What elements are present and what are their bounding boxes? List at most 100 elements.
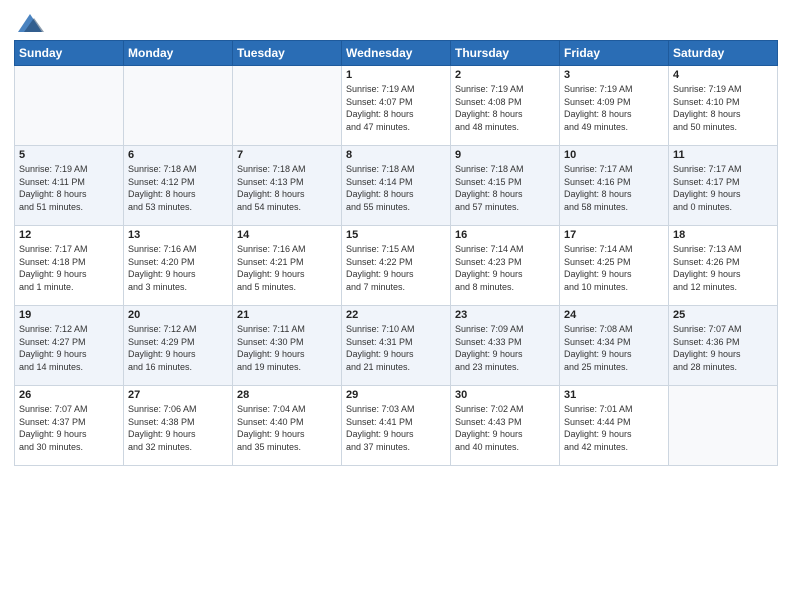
day-info: Sunrise: 7:12 AM Sunset: 4:29 PM Dayligh… xyxy=(128,323,228,373)
day-info: Sunrise: 7:04 AM Sunset: 4:40 PM Dayligh… xyxy=(237,403,337,453)
day-info: Sunrise: 7:14 AM Sunset: 4:23 PM Dayligh… xyxy=(455,243,555,293)
calendar-cell: 15Sunrise: 7:15 AM Sunset: 4:22 PM Dayli… xyxy=(342,226,451,306)
calendar-cell: 30Sunrise: 7:02 AM Sunset: 4:43 PM Dayli… xyxy=(451,386,560,466)
day-number: 20 xyxy=(128,309,228,321)
day-info: Sunrise: 7:19 AM Sunset: 4:10 PM Dayligh… xyxy=(673,83,773,133)
calendar-cell: 27 Sunrise: 7:06 AM Sunset: 4:38 PM Dayli… xyxy=(124,386,233,466)
day-number: 9 xyxy=(455,149,555,161)
day-info: Sunrise: 7:16 AM Sunset: 4:21 PM Dayligh… xyxy=(237,243,337,293)
day-number: 5 xyxy=(19,149,119,161)
day-number: 28 xyxy=(237,389,337,401)
day-info: Sunrise: 7:07 AM Sunset: 4:36 PM Dayligh… xyxy=(673,323,773,373)
calendar-cell: 17Sunrise: 7:14 AM Sunset: 4:25 PM Dayli… xyxy=(560,226,669,306)
header-friday: Friday xyxy=(560,41,669,66)
day-number: 24 xyxy=(564,309,664,321)
day-number: 27 xyxy=(128,389,228,401)
day-number: 21 xyxy=(237,309,337,321)
calendar-cell: 29 Sunrise: 7:03 AM Sunset: 4:41 PM Dayli… xyxy=(342,386,451,466)
calendar-cell: 1 Sunrise: 7:19 AM Sunset: 4:07 PM Daylig… xyxy=(342,66,451,146)
calendar-cell: 19Sunrise: 7:12 AM Sunset: 4:27 PM Dayli… xyxy=(15,306,124,386)
day-info: Sunrise: 7:03 AM Sunset: 4:41 PM Dayligh… xyxy=(346,403,446,453)
day-number: 10 xyxy=(564,149,664,161)
calendar-cell: 11 Sunrise: 7:17 AM Sunset: 4:17 PM Dayli… xyxy=(669,146,778,226)
day-number: 2 xyxy=(455,69,555,81)
header-sunday: Sunday xyxy=(15,41,124,66)
day-info: Sunrise: 7:17 AM Sunset: 4:18 PM Dayligh… xyxy=(19,243,119,293)
calendar-cell: 6 Sunrise: 7:18 AM Sunset: 4:12 PM Daylig… xyxy=(124,146,233,226)
calendar-header: SundayMondayTuesdayWednesdayThursdayFrid… xyxy=(15,41,778,66)
day-info: Sunrise: 7:19 AM Sunset: 4:07 PM Dayligh… xyxy=(346,83,446,133)
day-info: Sunrise: 7:02 AM Sunset: 4:43 PM Dayligh… xyxy=(455,403,555,453)
day-number: 17 xyxy=(564,229,664,241)
day-number: 6 xyxy=(128,149,228,161)
day-info: Sunrise: 7:18 AM Sunset: 4:12 PM Dayligh… xyxy=(128,163,228,213)
week-row-1: 5 Sunrise: 7:19 AM Sunset: 4:11 PM Daylig… xyxy=(15,146,778,226)
header-saturday: Saturday xyxy=(669,41,778,66)
day-info: Sunrise: 7:06 AM Sunset: 4:38 PM Dayligh… xyxy=(128,403,228,453)
calendar-cell: 7 Sunrise: 7:18 AM Sunset: 4:13 PM Daylig… xyxy=(233,146,342,226)
day-number: 3 xyxy=(564,69,664,81)
calendar-cell: 12 Sunrise: 7:17 AM Sunset: 4:18 PM Dayli… xyxy=(15,226,124,306)
header xyxy=(14,10,778,34)
calendar-cell xyxy=(233,66,342,146)
calendar-cell: 31 Sunrise: 7:01 AM Sunset: 4:44 PM Dayli… xyxy=(560,386,669,466)
day-info: Sunrise: 7:01 AM Sunset: 4:44 PM Dayligh… xyxy=(564,403,664,453)
day-info: Sunrise: 7:18 AM Sunset: 4:13 PM Dayligh… xyxy=(237,163,337,213)
calendar-cell: 21Sunrise: 7:11 AM Sunset: 4:30 PM Dayli… xyxy=(233,306,342,386)
day-info: Sunrise: 7:10 AM Sunset: 4:31 PM Dayligh… xyxy=(346,323,446,373)
calendar-cell: 4 Sunrise: 7:19 AM Sunset: 4:10 PM Daylig… xyxy=(669,66,778,146)
day-number: 13 xyxy=(128,229,228,241)
calendar-cell: 8Sunrise: 7:18 AM Sunset: 4:14 PM Daylig… xyxy=(342,146,451,226)
day-info: Sunrise: 7:12 AM Sunset: 4:27 PM Dayligh… xyxy=(19,323,119,373)
calendar-cell: 25Sunrise: 7:07 AM Sunset: 4:36 PM Dayli… xyxy=(669,306,778,386)
day-number: 12 xyxy=(19,229,119,241)
header-row: SundayMondayTuesdayWednesdayThursdayFrid… xyxy=(15,41,778,66)
day-info: Sunrise: 7:18 AM Sunset: 4:15 PM Dayligh… xyxy=(455,163,555,213)
day-info: Sunrise: 7:09 AM Sunset: 4:33 PM Dayligh… xyxy=(455,323,555,373)
calendar-cell: 13 Sunrise: 7:16 AM Sunset: 4:20 PM Dayli… xyxy=(124,226,233,306)
day-number: 8 xyxy=(346,149,446,161)
day-info: Sunrise: 7:19 AM Sunset: 4:09 PM Dayligh… xyxy=(564,83,664,133)
day-info: Sunrise: 7:19 AM Sunset: 4:08 PM Dayligh… xyxy=(455,83,555,133)
day-info: Sunrise: 7:16 AM Sunset: 4:20 PM Dayligh… xyxy=(128,243,228,293)
calendar-cell: 28 Sunrise: 7:04 AM Sunset: 4:40 PM Dayli… xyxy=(233,386,342,466)
day-number: 29 xyxy=(346,389,446,401)
header-monday: Monday xyxy=(124,41,233,66)
page-container: SundayMondayTuesdayWednesdayThursdayFrid… xyxy=(0,0,792,472)
calendar-cell: 20 Sunrise: 7:12 AM Sunset: 4:29 PM Dayli… xyxy=(124,306,233,386)
calendar-body: 1 Sunrise: 7:19 AM Sunset: 4:07 PM Daylig… xyxy=(15,66,778,466)
day-number: 26 xyxy=(19,389,119,401)
day-info: Sunrise: 7:17 AM Sunset: 4:17 PM Dayligh… xyxy=(673,163,773,213)
day-info: Sunrise: 7:15 AM Sunset: 4:22 PM Dayligh… xyxy=(346,243,446,293)
week-row-3: 19Sunrise: 7:12 AM Sunset: 4:27 PM Dayli… xyxy=(15,306,778,386)
day-info: Sunrise: 7:17 AM Sunset: 4:16 PM Dayligh… xyxy=(564,163,664,213)
day-number: 16 xyxy=(455,229,555,241)
day-info: Sunrise: 7:13 AM Sunset: 4:26 PM Dayligh… xyxy=(673,243,773,293)
day-info: Sunrise: 7:19 AM Sunset: 4:11 PM Dayligh… xyxy=(19,163,119,213)
calendar-cell: 14Sunrise: 7:16 AM Sunset: 4:21 PM Dayli… xyxy=(233,226,342,306)
header-thursday: Thursday xyxy=(451,41,560,66)
week-row-2: 12 Sunrise: 7:17 AM Sunset: 4:18 PM Dayli… xyxy=(15,226,778,306)
week-row-4: 26 Sunrise: 7:07 AM Sunset: 4:37 PM Dayli… xyxy=(15,386,778,466)
day-number: 11 xyxy=(673,149,773,161)
day-number: 22 xyxy=(346,309,446,321)
day-number: 4 xyxy=(673,69,773,81)
logo-icon xyxy=(16,10,44,38)
header-tuesday: Tuesday xyxy=(233,41,342,66)
calendar-cell xyxy=(124,66,233,146)
week-row-0: 1 Sunrise: 7:19 AM Sunset: 4:07 PM Daylig… xyxy=(15,66,778,146)
day-number: 31 xyxy=(564,389,664,401)
calendar-cell: 18 Sunrise: 7:13 AM Sunset: 4:26 PM Dayli… xyxy=(669,226,778,306)
day-number: 7 xyxy=(237,149,337,161)
day-number: 1 xyxy=(346,69,446,81)
calendar-cell: 23 Sunrise: 7:09 AM Sunset: 4:33 PM Dayli… xyxy=(451,306,560,386)
day-number: 18 xyxy=(673,229,773,241)
header-wednesday: Wednesday xyxy=(342,41,451,66)
calendar-cell: 16 Sunrise: 7:14 AM Sunset: 4:23 PM Dayli… xyxy=(451,226,560,306)
calendar-cell xyxy=(15,66,124,146)
day-info: Sunrise: 7:07 AM Sunset: 4:37 PM Dayligh… xyxy=(19,403,119,453)
calendar-cell: 5 Sunrise: 7:19 AM Sunset: 4:11 PM Daylig… xyxy=(15,146,124,226)
day-number: 23 xyxy=(455,309,555,321)
calendar-cell: 9 Sunrise: 7:18 AM Sunset: 4:15 PM Daylig… xyxy=(451,146,560,226)
day-info: Sunrise: 7:08 AM Sunset: 4:34 PM Dayligh… xyxy=(564,323,664,373)
